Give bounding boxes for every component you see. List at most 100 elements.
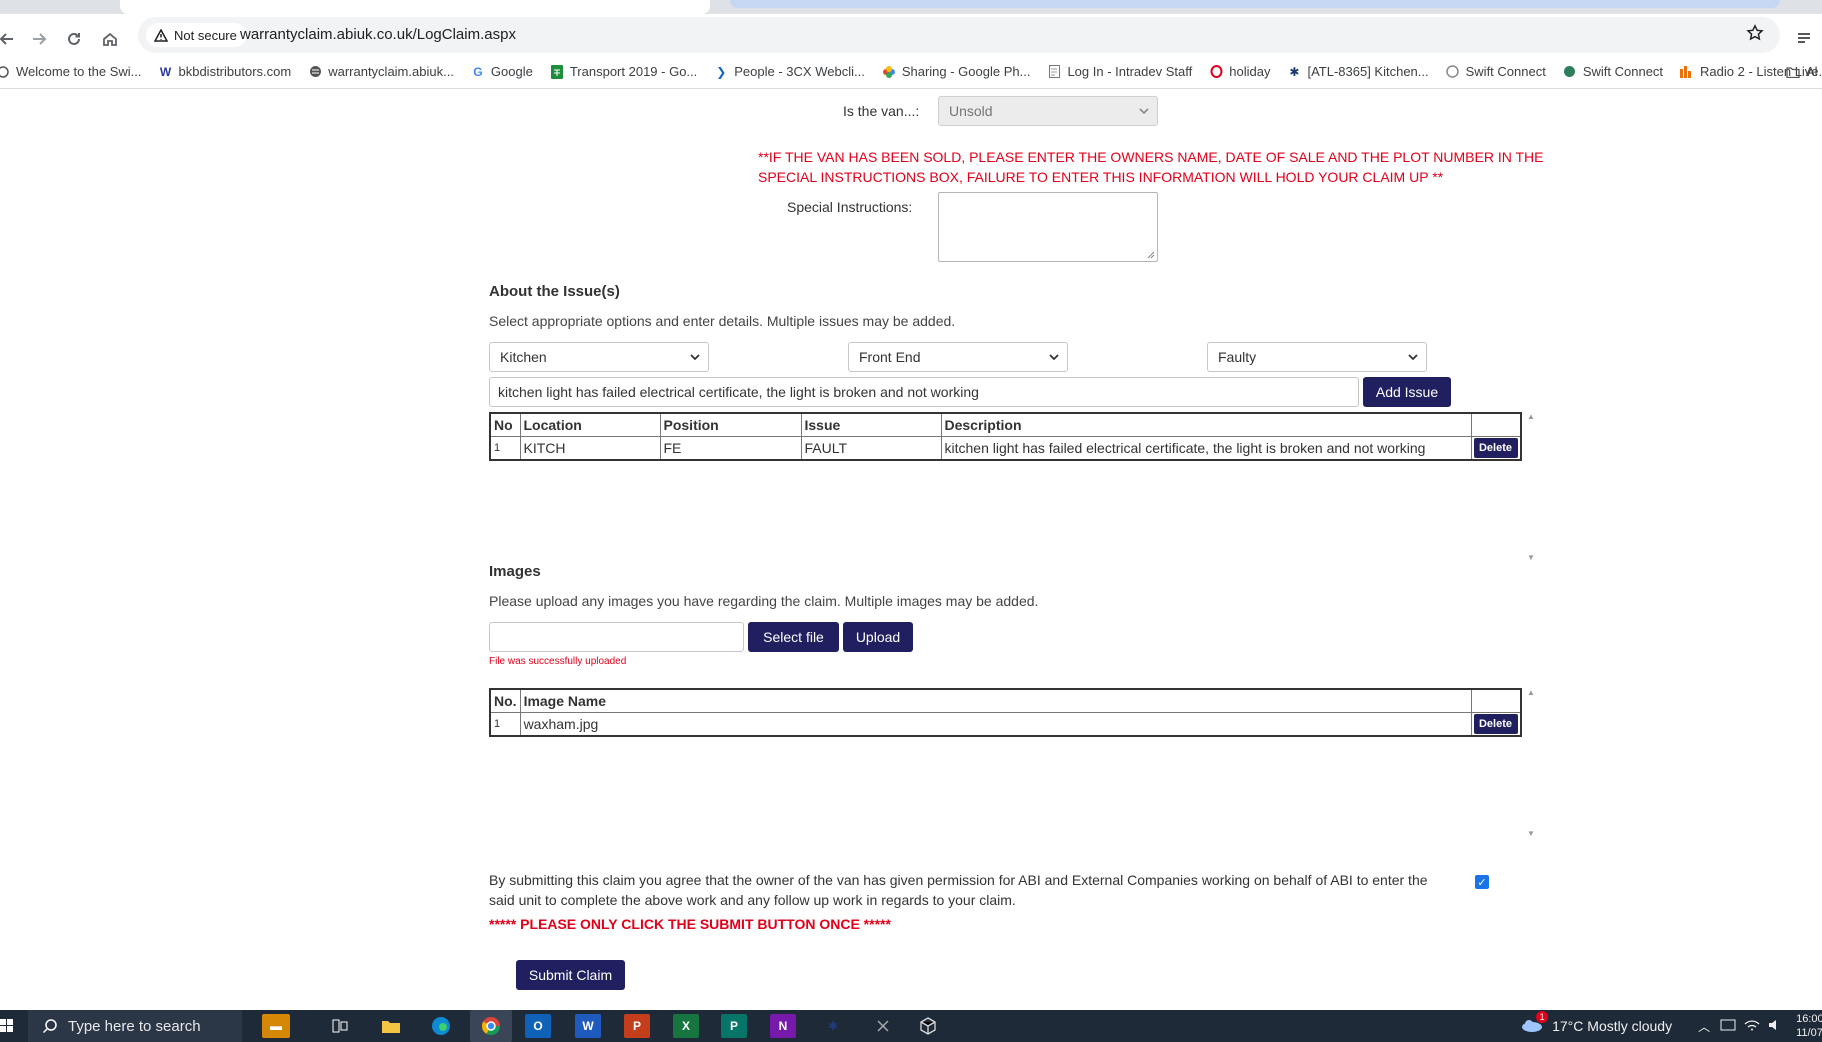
images-section-title: Images — [489, 563, 541, 580]
scroll-down-icon[interactable]: ▼ — [1527, 829, 1535, 838]
weather-cloud-icon[interactable]: 1 — [1520, 1010, 1549, 1036]
column-header: No. — [489, 688, 521, 713]
folder-icon — [1786, 65, 1800, 79]
wifi-icon[interactable] — [1744, 1018, 1760, 1034]
issue-no: 1 — [489, 435, 521, 460]
bookmark-item[interactable]: Welcome to the Swi... — [0, 64, 141, 79]
van-status-select[interactable]: Unsold — [938, 96, 1158, 126]
add-issue-button[interactable]: Add Issue — [1363, 377, 1451, 407]
image-action-cell: Delete — [1470, 711, 1522, 736]
issue-description-input[interactable]: kitchen light has failed electrical cert… — [489, 377, 1359, 407]
outlook-icon[interactable]: O — [525, 1014, 551, 1038]
box-icon[interactable] — [915, 1014, 941, 1038]
select-file-button[interactable]: Select file — [748, 622, 839, 652]
volume-icon[interactable] — [1768, 1018, 1782, 1034]
column-header: No — [489, 412, 521, 437]
van-status-label: Is the van...: — [843, 103, 920, 119]
system-tray: 1 17°C Mostly cloudy ︿ 16:00 11/07/2 — [1520, 1010, 1822, 1042]
column-header: Issue — [800, 412, 942, 437]
clock-date: 11/07/2 — [1796, 1027, 1822, 1039]
table-row: 1 KITCH FE FAULT kitchen light has faile… — [489, 435, 1522, 460]
chevron-down-icon — [1139, 108, 1149, 115]
clock[interactable]: 16:00 11/07/2 — [1796, 1012, 1822, 1040]
scroll-down-icon[interactable]: ▼ — [1527, 553, 1535, 562]
home-button[interactable] — [95, 24, 125, 54]
edge-icon[interactable] — [428, 1014, 454, 1038]
scroll-up-icon[interactable]: ▲ — [1527, 688, 1535, 697]
bookmark-label: People - 3CX Webcli... — [734, 64, 865, 79]
delete-image-button[interactable]: Delete — [1473, 713, 1518, 734]
word-icon[interactable]: W — [575, 1014, 601, 1038]
work-icon[interactable]: ▬ — [262, 1014, 290, 1038]
file-path-input[interactable] — [489, 622, 744, 652]
chevron-down-icon — [1408, 354, 1418, 361]
issues-hint: Select appropriate options and enter det… — [489, 313, 956, 329]
file-explorer-icon[interactable] — [378, 1014, 404, 1038]
bookmark-item[interactable]: Swift Connect — [1563, 64, 1663, 79]
tab-strip — [0, 0, 1822, 14]
publisher-icon[interactable]: P — [721, 1014, 747, 1038]
submit-claim-button[interactable]: Submit Claim — [516, 960, 625, 990]
bookmark-item[interactable]: Swift Connect — [1446, 64, 1546, 79]
chevron-up-icon[interactable]: ︿ — [1698, 1018, 1710, 1035]
position-select[interactable]: Front End — [848, 342, 1068, 372]
bookmark-item[interactable]: ❯ People - 3CX Webcli... — [714, 64, 865, 79]
chrome-icon[interactable] — [470, 1010, 512, 1042]
forward-button[interactable] — [24, 24, 54, 54]
delete-issue-button[interactable]: Delete — [1473, 437, 1518, 458]
back-button[interactable] — [0, 24, 22, 54]
image-name: waxham.jpg — [519, 711, 1472, 736]
images-table: No. Image Name 1 waxham.jpg Delete — [489, 688, 1522, 737]
page-icon — [1047, 65, 1061, 79]
tab-active[interactable] — [120, 0, 710, 14]
issues-scrollbar[interactable]: ▲ ▼ — [1524, 412, 1538, 562]
resize-grip-icon[interactable] — [1147, 251, 1155, 259]
task-view-icon[interactable] — [327, 1014, 353, 1038]
bookmark-item[interactable]: Log In - Intradev Staff — [1047, 64, 1192, 79]
bookmark-item[interactable]: G Google — [471, 64, 533, 79]
bookmark-item[interactable]: warrantyclaim.abiuk... — [308, 64, 454, 79]
security-chip[interactable]: Not secure — [146, 23, 247, 47]
reading-list-button[interactable] — [1790, 24, 1820, 54]
bookmark-label: Swift Connect — [1465, 64, 1546, 79]
issue-type-select[interactable]: Faulty — [1207, 342, 1427, 372]
home-icon — [103, 32, 117, 46]
bookmark-item[interactable]: holiday — [1209, 64, 1270, 79]
agreement-checkbox[interactable]: ✓ — [1475, 875, 1489, 889]
photos-icon — [882, 65, 896, 79]
reload-button[interactable] — [59, 24, 89, 54]
snip-icon[interactable] — [870, 1014, 896, 1038]
issue-type-value: Faulty — [1218, 349, 1257, 365]
network-icon[interactable] — [1720, 1018, 1736, 1034]
taskbar-search[interactable]: Type here to search — [28, 1010, 242, 1042]
bookmark-item[interactable]: ✱ [ATL-8365] Kitchen... — [1287, 64, 1428, 79]
start-button[interactable] — [0, 1018, 14, 1034]
chevron-down-icon — [690, 354, 700, 361]
bookmark-label: holiday — [1229, 64, 1271, 79]
all-bookmarks[interactable]: Al — [1786, 64, 1818, 79]
issue-description: kitchen light has failed electrical cert… — [940, 435, 1472, 460]
radio-icon — [1680, 65, 1694, 79]
excel-icon[interactable]: X — [673, 1014, 699, 1038]
issue-location: KITCH — [519, 435, 661, 460]
weather-text[interactable]: 17°C Mostly cloudy — [1552, 1018, 1672, 1034]
tab-other[interactable] — [730, 0, 1780, 8]
bookmark-item[interactable]: Transport 2019 - Go... — [550, 64, 697, 79]
images-scrollbar[interactable]: ▲ ▼ — [1524, 688, 1538, 838]
address-bar[interactable]: Not secure warrantyclaim.abiuk.co.uk/Log… — [138, 17, 1780, 53]
sold-van-warning: **IF THE VAN HAS BEEN SOLD, PLEASE ENTER… — [758, 149, 1544, 185]
special-instructions-textarea[interactable] — [938, 192, 1158, 262]
issues-section-title: About the Issue(s) — [489, 283, 620, 300]
location-select[interactable]: Kitchen — [489, 342, 709, 372]
upload-button[interactable]: Upload — [843, 622, 913, 652]
onenote-icon[interactable]: N — [770, 1014, 796, 1038]
bookmark-star-button[interactable] — [1746, 24, 1768, 46]
reload-icon — [68, 32, 80, 45]
bookmark-item[interactable]: Sharing - Google Ph... — [882, 64, 1030, 79]
reading-list-icon — [1798, 33, 1810, 43]
bookmark-item[interactable]: W bkbdistributors.com — [158, 64, 291, 79]
fan-icon[interactable]: ✱ — [820, 1014, 846, 1038]
scroll-up-icon[interactable]: ▲ — [1527, 412, 1535, 421]
log-claim-page: Is the van...: Unsold **IF THE VAN HAS B… — [0, 90, 1822, 1010]
powerpoint-icon[interactable]: P — [624, 1014, 650, 1038]
